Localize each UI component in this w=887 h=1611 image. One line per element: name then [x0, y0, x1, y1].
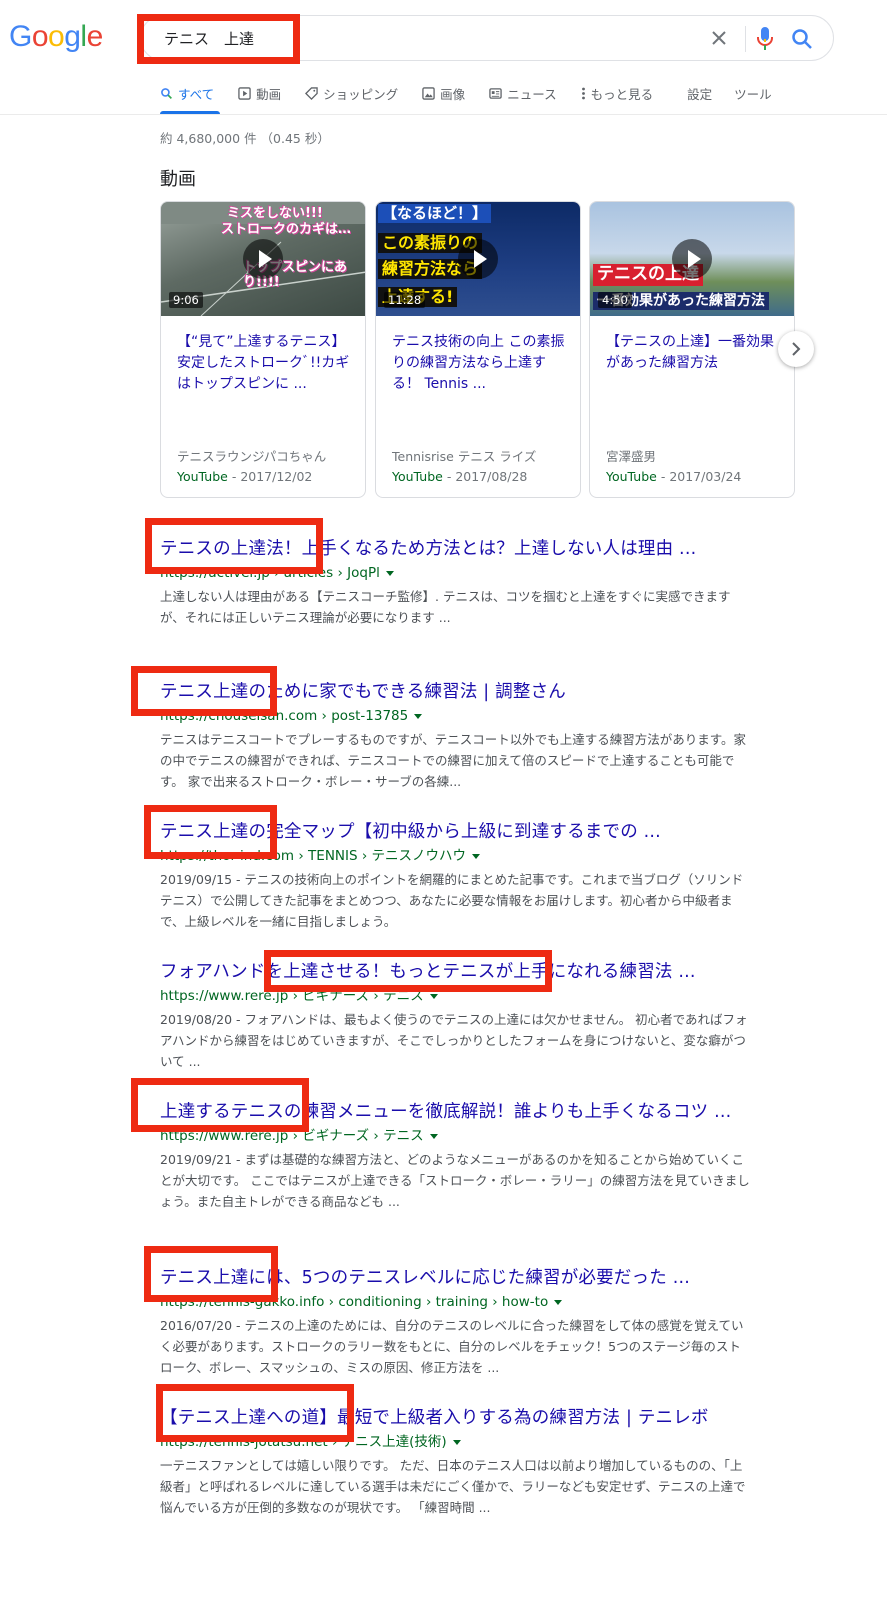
video-thumbnail[interactable]: ミスをしない!!! ストロークのカギは… トップスピンにあり!!!! 9:06	[161, 202, 365, 316]
tag-icon	[305, 86, 318, 100]
annotation-box	[131, 1078, 309, 1132]
annotation-box	[144, 1246, 278, 1302]
search-icon	[161, 87, 172, 99]
google-logo[interactable]: Google	[9, 20, 103, 54]
video-title[interactable]: 【テニスの上達】一番効果があった練習方法	[606, 332, 786, 374]
video-thumbnail[interactable]: テニスの上達 一番効果があった練習方法 4:50	[590, 202, 794, 316]
thumbnail-caption: 【なるほど！】	[378, 204, 492, 224]
video-platform: YouTube	[392, 469, 443, 484]
video-date: 2017/03/24	[669, 469, 742, 484]
more-vert-icon	[581, 87, 585, 99]
tab-label: 動画	[256, 86, 282, 102]
tab-label: 画像	[440, 86, 466, 102]
caret-down-icon[interactable]	[452, 1439, 461, 1445]
video-card[interactable]: ミスをしない!!! ストロークのカギは… トップスピンにあり!!!! 9:06 …	[160, 201, 366, 498]
annotation-box	[264, 950, 552, 992]
video-source: YouTube - 2017/12/02	[177, 469, 313, 484]
result-snippet: 2016/07/20 - テニスの上達のためには、自分のテニスのレベルに合った練…	[160, 1318, 744, 1375]
annotation-box-query	[137, 14, 300, 64]
result-snippet: 上達しない人は理由がある【テニスコーチ監修】. テニスは、コツを掴むと上達をすぐ…	[160, 589, 731, 625]
chevron-right-icon	[792, 342, 801, 356]
header-divider	[0, 114, 887, 115]
tab-more[interactable]: もっと見る	[581, 82, 654, 104]
video-card[interactable]: 【なるほど！】 この素振りの 練習方法なら 上達する! 11:28 テニス技術の…	[375, 201, 581, 498]
tab-label: ニュース	[507, 86, 557, 102]
video-duration: 11:28	[384, 292, 426, 308]
tab-label: もっと見る	[590, 86, 654, 102]
caret-down-icon[interactable]	[429, 1133, 438, 1139]
search-icon[interactable]	[790, 27, 814, 51]
thumbnail-caption: ストロークのカギは…	[221, 222, 352, 237]
video-card[interactable]: テニスの上達 一番効果があった練習方法 4:50 【テニスの上達】一番効果があっ…	[589, 201, 795, 498]
logo-letter: o	[31, 20, 49, 53]
logo-letter: G	[9, 20, 32, 53]
video-title[interactable]: テニス技術の向上 この素振りの練習方法なら上達する！ Tennis ...	[392, 332, 572, 395]
tab-label: 設定	[687, 86, 713, 102]
logo-letter: g	[64, 20, 81, 53]
clear-icon[interactable]	[707, 26, 731, 50]
tab-label: ツール	[734, 86, 772, 102]
caret-down-icon[interactable]	[385, 570, 394, 576]
video-channel: Tennisrise テニス ライズ	[392, 449, 537, 464]
video-date: 2017/12/02	[240, 469, 313, 484]
logo-letter: o	[48, 20, 65, 53]
video-duration: 9:06	[169, 292, 203, 308]
caret-down-icon[interactable]	[429, 993, 438, 999]
tab-shopping[interactable]: ショッピング	[305, 82, 398, 104]
result-snippet: 一テニスファンとしては嬉しい限りです。 ただ、日本のテニス人口は以前より増加して…	[160, 1458, 746, 1515]
video-date: 2017/08/28	[455, 469, 528, 484]
result-snippet: テニスはテニスコートでプレーするものですが、テニスコート以外でも上達する練習方法…	[160, 732, 747, 789]
result-stats: 約 4,680,000 件 （0.45 秒）	[160, 131, 330, 146]
news-icon	[489, 87, 502, 99]
search-tabs: すべて 動画 ショッピング 画像 ニュース もっと見る 設定 ツール	[160, 82, 796, 114]
play-icon[interactable]	[672, 239, 712, 279]
caret-down-icon[interactable]	[472, 853, 481, 859]
result-snippet: 2019/09/21 - まずは基礎的な練習方法と、どのようなメニューがあるのか…	[160, 1152, 750, 1209]
video-channel: テニスラウンジパコちゃん	[177, 449, 327, 464]
caret-down-icon[interactable]	[554, 1299, 563, 1305]
videos-section-title: 動画	[160, 169, 196, 190]
annotation-box	[145, 518, 323, 574]
annotation-box	[156, 1384, 354, 1442]
play-icon[interactable]	[243, 239, 283, 279]
tab-settings[interactable]: 設定	[687, 82, 712, 104]
tab-all[interactable]: すべて	[160, 82, 214, 104]
tab-news[interactable]: ニュース	[489, 82, 557, 104]
result-snippet: 2019/08/20 - フォアハンドは、最もよく使うのでテニスの上達には欠かせ…	[160, 1012, 748, 1069]
carousel-next-button[interactable]	[778, 331, 814, 367]
video-source: YouTube - 2017/08/28	[392, 469, 528, 484]
caret-down-icon[interactable]	[414, 713, 423, 719]
video-thumbnail[interactable]: 【なるほど！】 この素振りの 練習方法なら 上達する! 11:28	[376, 202, 580, 316]
annotation-box	[131, 666, 277, 716]
video-title[interactable]: 【“見て”上達するテニス】安定したストロークﾞ!!カギはトップスピンに ...	[177, 332, 357, 395]
tab-videos[interactable]: 動画	[238, 82, 281, 104]
divider	[745, 26, 746, 52]
image-icon	[422, 86, 435, 100]
video-platform: YouTube	[606, 469, 657, 484]
annotation-box	[144, 805, 277, 859]
result-snippet: 2019/09/15 - テニスの技術向上のポイントを網羅的にまとめた記事です。…	[160, 872, 744, 929]
video-platform: YouTube	[177, 469, 228, 484]
tab-tools[interactable]: ツール	[734, 82, 772, 104]
tab-label: すべて	[178, 86, 215, 102]
mic-icon[interactable]	[755, 26, 775, 52]
tab-label: ショッピング	[323, 86, 399, 102]
play-icon[interactable]	[458, 239, 498, 279]
video-duration: 4:50	[598, 292, 632, 308]
logo-letter: e	[86, 20, 104, 53]
video-channel: 宮澤盛男	[606, 449, 657, 464]
thumbnail-caption: ミスをしない!!!	[227, 206, 323, 221]
video-icon	[238, 86, 251, 100]
video-source: YouTube - 2017/03/24	[606, 469, 742, 484]
tab-images[interactable]: 画像	[422, 82, 465, 104]
